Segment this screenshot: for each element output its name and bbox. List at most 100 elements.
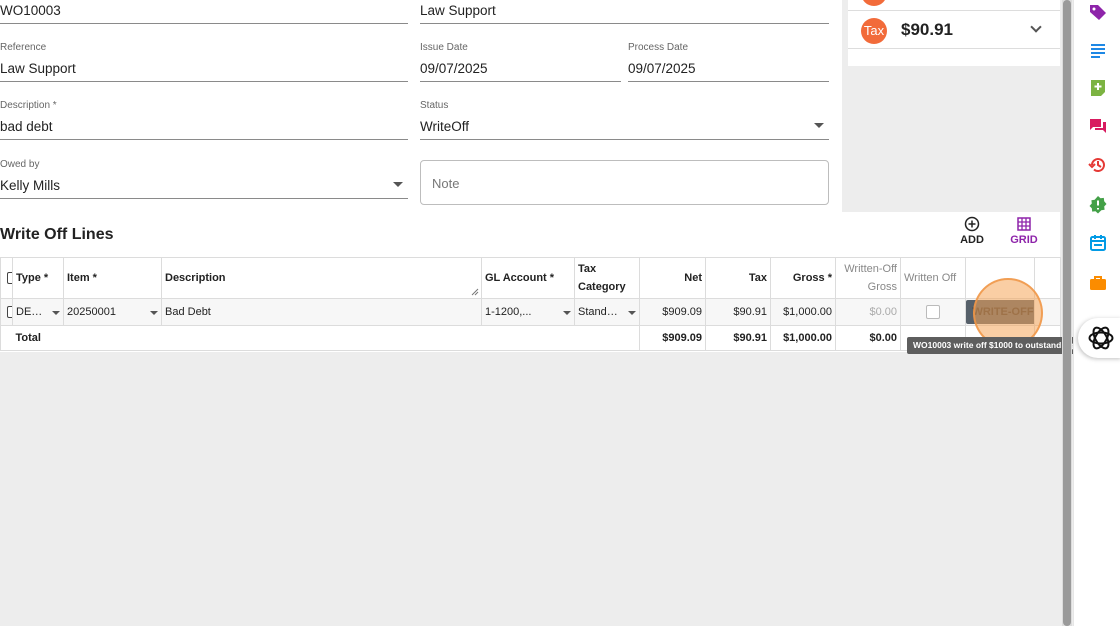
tax-badge: Tax bbox=[861, 18, 887, 44]
action-cell: WRITE-OFF bbox=[965, 298, 1035, 326]
select-all-checkbox[interactable] bbox=[7, 272, 12, 285]
tax-category-value: Standa... bbox=[578, 306, 623, 318]
client-field[interactable]: Law Support bbox=[420, 0, 829, 24]
reference-field[interactable]: Reference Law Support bbox=[0, 42, 408, 82]
header-net[interactable]: Net bbox=[639, 257, 706, 299]
row-select-cell[interactable] bbox=[0, 298, 13, 326]
header-tax[interactable]: Tax bbox=[705, 257, 771, 299]
grid-icon bbox=[1017, 217, 1031, 231]
number-value: WO10003 bbox=[0, 3, 61, 18]
written-off-cell[interactable] bbox=[900, 298, 966, 326]
caret-down-icon bbox=[150, 311, 158, 315]
total-gross: $1,000.00 bbox=[770, 325, 836, 351]
total-label: Total bbox=[12, 325, 640, 351]
grid-view-button[interactable]: GRID bbox=[1002, 216, 1046, 246]
number-field[interactable]: WO10003 bbox=[0, 0, 408, 24]
notes-icon[interactable] bbox=[1088, 40, 1108, 60]
gl-account-value: 1-1200,... bbox=[485, 306, 532, 318]
write-off-lines-table: Type * Item * Description GL Account * T… bbox=[0, 257, 1061, 351]
table-row[interactable]: DEB... 20250001 Bad Debt 1-1200,... Stan… bbox=[0, 298, 1061, 326]
tax-amount: $90.91 bbox=[901, 20, 953, 39]
section-title: Write Off Lines bbox=[0, 226, 114, 243]
briefcase-icon[interactable] bbox=[1088, 273, 1108, 293]
total-row: Total $909.09 $90.91 $1,000.00 $0.00 bbox=[0, 325, 1061, 351]
assistant-logo-icon bbox=[1088, 326, 1114, 350]
scrollbar-thumb[interactable] bbox=[1063, 0, 1071, 626]
reference-label: Reference bbox=[0, 42, 47, 53]
caret-down-icon bbox=[393, 182, 403, 187]
status-label: Status bbox=[420, 100, 449, 111]
add-line-button[interactable]: ADD bbox=[950, 216, 994, 246]
gl-account-cell[interactable]: 1-1200,... bbox=[481, 298, 575, 326]
type-cell[interactable]: DEB... bbox=[12, 298, 64, 326]
row-checkbox[interactable] bbox=[7, 306, 12, 319]
issue-date-field[interactable]: Issue Date 09/07/2025 bbox=[420, 42, 621, 82]
total-written-off-gross: $0.00 bbox=[835, 325, 901, 351]
caret-down-icon bbox=[628, 311, 636, 315]
write-off-lines-section: Write Off Lines ADD GRID Type * Item * D… bbox=[0, 212, 1061, 352]
resize-grip-icon[interactable] bbox=[471, 288, 479, 296]
add-circle-icon bbox=[964, 216, 980, 232]
header-tax-category[interactable]: Tax Category bbox=[574, 257, 640, 299]
total-net: $909.09 bbox=[639, 325, 706, 351]
description-value: bad debt bbox=[0, 119, 53, 134]
description-field[interactable]: Description * bad debt bbox=[0, 100, 408, 140]
item-value: 20250001 bbox=[67, 306, 116, 318]
net-cell[interactable]: $909.09 bbox=[639, 298, 706, 326]
issue-date-value: 09/07/2025 bbox=[420, 61, 488, 76]
write-off-button[interactable]: WRITE-OFF bbox=[966, 300, 1034, 324]
description-label: Description * bbox=[0, 100, 57, 111]
status-value: WriteOff bbox=[420, 119, 470, 134]
issue-date-label: Issue Date bbox=[420, 42, 468, 53]
caret-down-icon bbox=[52, 311, 60, 315]
header-type[interactable]: Type * bbox=[12, 257, 64, 299]
caret-down-icon bbox=[814, 123, 824, 128]
gross-cell[interactable]: $1,000.00 bbox=[770, 298, 836, 326]
verified-badge-icon[interactable] bbox=[1088, 195, 1108, 215]
note-input[interactable]: Note bbox=[420, 160, 829, 205]
total-tax: $90.91 bbox=[705, 325, 771, 351]
add-note-icon[interactable] bbox=[1088, 78, 1108, 98]
written-off-gross-cell: $0.00 bbox=[835, 298, 901, 326]
description-cell[interactable]: Bad Debt bbox=[161, 298, 482, 326]
note-placeholder: Note bbox=[432, 176, 460, 191]
chat-icon[interactable] bbox=[1088, 116, 1108, 136]
spacer-cell bbox=[1034, 298, 1061, 326]
reference-value: Law Support bbox=[0, 61, 76, 76]
header-description[interactable]: Description bbox=[161, 257, 482, 299]
header-item[interactable]: Item * bbox=[63, 257, 162, 299]
chevron-down-icon[interactable] bbox=[1030, 21, 1042, 33]
select-all-cell[interactable] bbox=[0, 257, 13, 299]
owed-by-select[interactable]: Owed by Kelly Mills bbox=[0, 159, 408, 199]
add-label: ADD bbox=[960, 234, 984, 246]
header-spacer bbox=[1034, 257, 1061, 299]
totals-summary: Tax $90.91 bbox=[848, 0, 1060, 66]
owed-by-label: Owed by bbox=[0, 159, 40, 170]
grid-label: GRID bbox=[1010, 234, 1038, 246]
header-gl-account[interactable]: GL Account * bbox=[481, 257, 575, 299]
client-value: Law Support bbox=[420, 3, 496, 18]
tax-summary-row[interactable]: Tax $90.91 bbox=[848, 10, 1060, 49]
header-written-off[interactable]: Written Off bbox=[900, 257, 966, 299]
type-value: DEB... bbox=[16, 306, 48, 318]
assistant-launcher-button[interactable] bbox=[1078, 318, 1120, 358]
written-off-checkbox[interactable] bbox=[926, 305, 940, 319]
history-icon[interactable] bbox=[1088, 155, 1108, 175]
header-description-label: Description bbox=[165, 272, 226, 284]
header-written-off-gross[interactable]: Written-Off Gross bbox=[835, 257, 901, 299]
status-select[interactable]: Status WriteOff bbox=[420, 100, 829, 140]
tag-icon[interactable] bbox=[1088, 2, 1108, 22]
header-gross[interactable]: Gross * bbox=[770, 257, 836, 299]
calendar-icon[interactable] bbox=[1088, 233, 1108, 253]
tax-category-cell[interactable]: Standa... bbox=[574, 298, 640, 326]
item-cell[interactable]: 20250001 bbox=[63, 298, 162, 326]
tax-cell[interactable]: $90.91 bbox=[705, 298, 771, 326]
owed-by-value: Kelly Mills bbox=[0, 178, 61, 193]
total-spacer bbox=[0, 325, 13, 351]
process-date-field[interactable]: Process Date 09/07/2025 bbox=[628, 42, 829, 82]
process-date-label: Process Date bbox=[628, 42, 689, 53]
caret-down-icon bbox=[563, 311, 571, 315]
header-action bbox=[965, 257, 1035, 299]
right-toolbar bbox=[1073, 0, 1120, 626]
table-header-row: Type * Item * Description GL Account * T… bbox=[0, 257, 1061, 299]
